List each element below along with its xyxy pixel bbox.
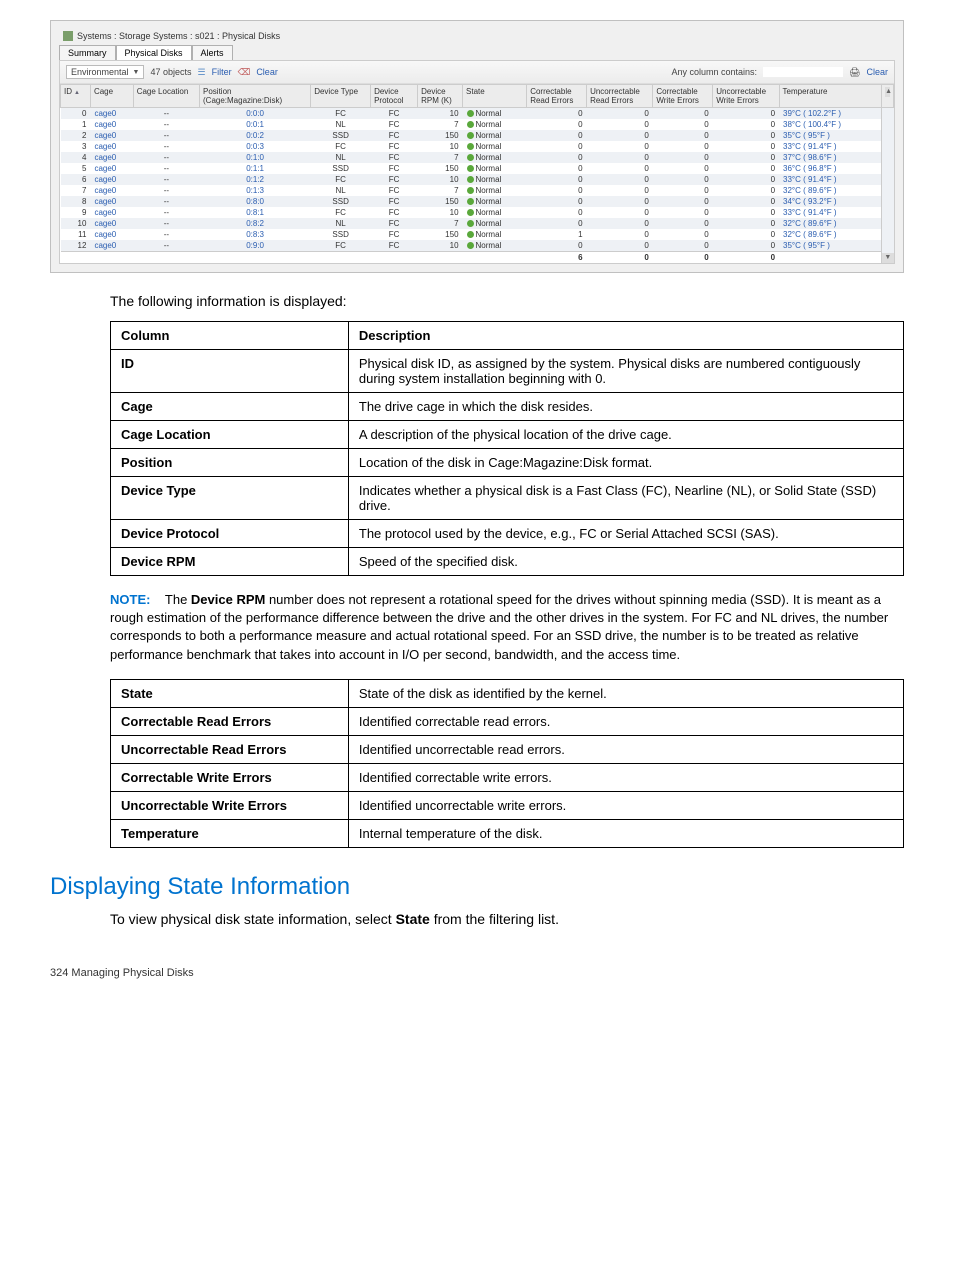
table-row[interactable]: 0cage0--0:0:0FCFC10Normal000039°C ( 102.… — [61, 108, 894, 120]
col-corr-read[interactable]: Correctable Read Errors — [527, 85, 587, 108]
clear-icon: ⌫ — [238, 67, 251, 78]
col-device-protocol[interactable]: Device Protocol — [371, 85, 418, 108]
col-uncorr-read[interactable]: Uncorrectable Read Errors — [587, 85, 653, 108]
table-row: CageThe drive cage in which the disk res… — [111, 393, 904, 421]
clear-link[interactable]: Clear — [256, 67, 278, 77]
scroll-up-icon[interactable]: ▲ — [885, 87, 890, 97]
table-row[interactable]: 7cage0--0:1:3NLFC7Normal000032°C ( 89.6°… — [61, 185, 894, 196]
table-row: Uncorrectable Write ErrorsIdentified unc… — [111, 791, 904, 819]
sort-asc-icon: ▲ — [74, 90, 80, 96]
tab-summary[interactable]: Summary — [59, 45, 116, 60]
table-row[interactable]: 6cage0--0:1:2FCFC10Normal000033°C ( 91.4… — [61, 174, 894, 185]
col-state[interactable]: State — [463, 85, 527, 108]
status-dot-icon — [467, 132, 474, 139]
col-device-rpm[interactable]: Device RPM (K) — [418, 85, 463, 108]
table-row: Correctable Write ErrorsIdentified corre… — [111, 763, 904, 791]
col-position[interactable]: Position (Cage:Magazine:Disk) — [200, 85, 311, 108]
table-row[interactable]: 12cage0--0:9:0FCFC10Normal000035°C ( 95°… — [61, 240, 894, 252]
disk-grid: ID▲ Cage Cage Location Position (Cage:Ma… — [60, 84, 894, 263]
table-row[interactable]: 4cage0--0:1:0NLFC7Normal000037°C ( 98.6°… — [61, 152, 894, 163]
col-corr-write[interactable]: Correctable Write Errors — [653, 85, 713, 108]
col-id[interactable]: ID▲ — [61, 85, 91, 108]
filter-icon: ☰ — [198, 67, 206, 78]
table-row: TemperatureInternal temperature of the d… — [111, 819, 904, 847]
table-row[interactable]: 1cage0--0:0:1NLFC7Normal000038°C ( 100.4… — [61, 119, 894, 130]
table-row[interactable]: 5cage0--0:1:1SSDFC150Normal000036°C ( 96… — [61, 163, 894, 174]
table-row[interactable]: 11cage0--0:8:3SSDFC150Normal100032°C ( 8… — [61, 229, 894, 240]
table-row[interactable]: 9cage0--0:8:1FCFC10Normal000033°C ( 91.4… — [61, 207, 894, 218]
status-dot-icon — [467, 198, 474, 205]
status-dot-icon — [467, 242, 474, 249]
search-input[interactable] — [763, 67, 843, 77]
app-icon — [63, 31, 73, 41]
table-header-desc: Description — [348, 322, 903, 350]
col-device-type[interactable]: Device Type — [311, 85, 371, 108]
status-dot-icon — [467, 176, 474, 183]
columns-table-1: Column Description IDPhysical disk ID, a… — [110, 321, 904, 576]
col-temperature[interactable]: Temperature — [779, 85, 882, 108]
col-cage[interactable]: Cage — [90, 85, 133, 108]
toolbar: Environmental ▼ 47 objects ☰ Filter ⌫ Cl… — [60, 61, 894, 84]
grid-footer-row: 6000 — [61, 252, 894, 264]
tab-physical-disks[interactable]: Physical Disks — [116, 45, 192, 60]
app-screenshot: Systems : Storage Systems : s021 : Physi… — [50, 20, 904, 273]
table-row: PositionLocation of the disk in Cage:Mag… — [111, 449, 904, 477]
status-dot-icon — [467, 154, 474, 161]
intro-text: The following information is displayed: — [110, 293, 904, 309]
section-text: To view physical disk state information,… — [110, 911, 904, 927]
status-dot-icon — [467, 231, 474, 238]
page-footer: 324 Managing Physical Disks — [50, 967, 904, 979]
table-row[interactable]: 8cage0--0:8:0SSDFC150Normal000034°C ( 93… — [61, 196, 894, 207]
table-row: Uncorrectable Read ErrorsIdentified unco… — [111, 735, 904, 763]
filter-dropdown[interactable]: Environmental ▼ — [66, 65, 144, 79]
table-row: Cage LocationA description of the physic… — [111, 421, 904, 449]
section-heading: Displaying State Information — [50, 873, 904, 901]
clear-search-link[interactable]: Clear — [866, 67, 888, 77]
status-dot-icon — [467, 121, 474, 128]
breadcrumb: Systems : Storage Systems : s021 : Physi… — [77, 31, 280, 41]
status-dot-icon — [467, 187, 474, 194]
tab-alerts[interactable]: Alerts — [192, 45, 233, 60]
chevron-down-icon: ▼ — [133, 69, 140, 76]
status-dot-icon — [467, 209, 474, 216]
table-row[interactable]: 10cage0--0:8:2NLFC7Normal000032°C ( 89.6… — [61, 218, 894, 229]
table-header-column: Column — [111, 322, 349, 350]
object-count: 47 objects — [150, 67, 191, 77]
table-row: Correctable Read ErrorsIdentified correc… — [111, 707, 904, 735]
table-row: Device ProtocolThe protocol used by the … — [111, 520, 904, 548]
tabs: Summary Physical Disks Alerts — [59, 45, 895, 60]
columns-table-2: StateState of the disk as identified by … — [110, 679, 904, 848]
note-block: NOTE: The Device RPM number does not rep… — [110, 591, 904, 664]
table-row[interactable]: 3cage0--0:0:3FCFC10Normal000033°C ( 91.4… — [61, 141, 894, 152]
table-row[interactable]: 2cage0--0:0:2SSDFC150Normal000035°C ( 95… — [61, 130, 894, 141]
table-row: StateState of the disk as identified by … — [111, 679, 904, 707]
status-dot-icon — [467, 165, 474, 172]
col-cage-location[interactable]: Cage Location — [133, 85, 199, 108]
printer-icon[interactable]: 🖨 — [849, 67, 860, 78]
table-row: Device TypeIndicates whether a physical … — [111, 477, 904, 520]
grid-header-row: ID▲ Cage Cage Location Position (Cage:Ma… — [61, 85, 894, 108]
scroll-down-icon[interactable]: ▼ — [882, 253, 893, 263]
table-row: IDPhysical disk ID, as assigned by the s… — [111, 350, 904, 393]
filter-link[interactable]: Filter — [212, 67, 232, 77]
status-dot-icon — [467, 110, 474, 117]
note-label: NOTE: — [110, 592, 150, 607]
status-dot-icon — [467, 220, 474, 227]
status-dot-icon — [467, 143, 474, 150]
table-row: Device RPMSpeed of the specified disk. — [111, 548, 904, 576]
search-label: Any column contains: — [672, 67, 758, 77]
col-uncorr-write[interactable]: Uncorrectable Write Errors — [713, 85, 779, 108]
